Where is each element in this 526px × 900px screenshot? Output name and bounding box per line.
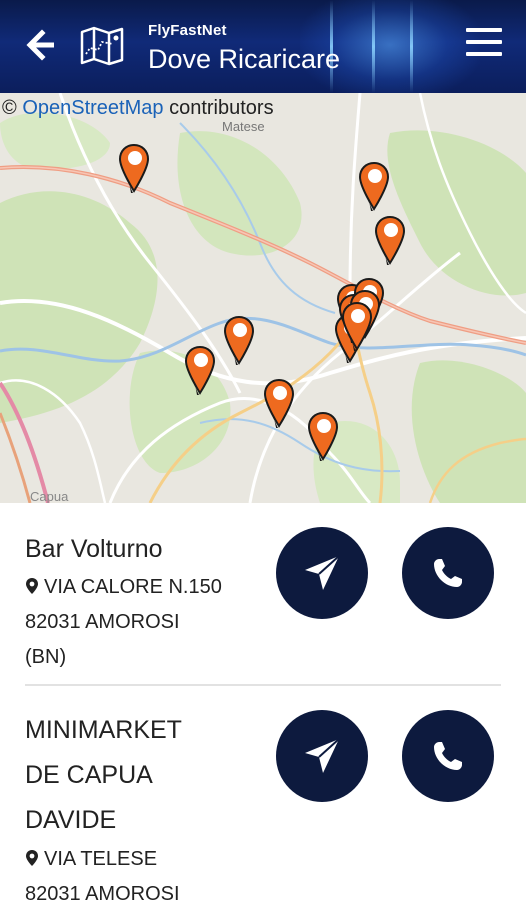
- charging-station-marker[interactable]: [357, 161, 391, 213]
- paper-plane-icon: [305, 555, 340, 590]
- location-name-line: DE CAPUA: [25, 761, 153, 789]
- charging-station-marker[interactable]: [340, 301, 374, 353]
- app-header: FlyFastNet Dove Ricaricare: [0, 0, 526, 93]
- map-attribution: © OpenStreetMap contributors: [2, 97, 274, 120]
- list-item: Bar Volturno VIA CALORE N.150 82031 AMOR…: [0, 503, 526, 688]
- header-light-streak: [372, 0, 375, 93]
- list-divider: [25, 684, 501, 686]
- map-pin-icon: [26, 578, 38, 594]
- folded-map-icon: [80, 26, 124, 66]
- call-button[interactable]: [402, 527, 494, 619]
- navigate-button[interactable]: [276, 527, 368, 619]
- list-item: MINIMARKET DE CAPUA DAVIDE VIA TELESE 82…: [0, 688, 526, 900]
- call-button[interactable]: [402, 710, 494, 802]
- map-tiles: [0, 93, 526, 503]
- header-light-streak: [410, 0, 413, 93]
- map-place-label: Matese: [222, 119, 265, 134]
- charging-station-marker[interactable]: [183, 345, 217, 397]
- location-city: 82031 AMOROSI: [25, 611, 180, 633]
- menu-bar: [466, 28, 502, 32]
- location-name-line: DAVIDE: [25, 806, 117, 834]
- charging-station-marker[interactable]: [117, 143, 151, 195]
- charging-station-marker[interactable]: [222, 315, 256, 367]
- charging-station-marker[interactable]: [373, 215, 407, 267]
- back-button[interactable]: [22, 27, 58, 63]
- charging-station-marker[interactable]: [306, 411, 340, 463]
- menu-bar: [466, 40, 502, 44]
- phone-icon: [434, 559, 462, 587]
- attribution-suffix: contributors: [163, 97, 274, 119]
- map-pin-icon: [26, 850, 38, 866]
- map-place-label: Capua: [30, 489, 69, 503]
- map-view[interactable]: © OpenStreetMap contributors Matese Capu…: [0, 93, 526, 503]
- app-brand-name: FlyFastNet: [148, 22, 227, 39]
- address-street: VIA TELESE: [44, 848, 158, 870]
- page-title: Dove Ricaricare: [148, 44, 341, 74]
- hamburger-menu-button[interactable]: [466, 28, 502, 60]
- paper-plane-icon: [305, 738, 340, 773]
- address-street: VIA CALORE N.150: [44, 576, 222, 598]
- location-province: (BN): [25, 646, 67, 668]
- navigate-button[interactable]: [276, 710, 368, 802]
- location-name-line: MINIMARKET: [25, 716, 182, 744]
- osm-attribution-link[interactable]: OpenStreetMap: [22, 97, 163, 119]
- location-name: Bar Volturno: [25, 535, 163, 563]
- charging-station-marker[interactable]: [262, 378, 296, 430]
- menu-bar: [466, 52, 502, 56]
- phone-icon: [434, 742, 462, 770]
- location-city: 82031 AMOROSI: [25, 883, 180, 900]
- locations-list[interactable]: Bar Volturno VIA CALORE N.150 82031 AMOR…: [0, 503, 526, 900]
- location-address: VIA CALORE N.150: [25, 570, 222, 605]
- arrow-left-icon: [26, 29, 54, 61]
- copyright-symbol: ©: [2, 97, 17, 119]
- location-address: VIA TELESE: [25, 842, 157, 877]
